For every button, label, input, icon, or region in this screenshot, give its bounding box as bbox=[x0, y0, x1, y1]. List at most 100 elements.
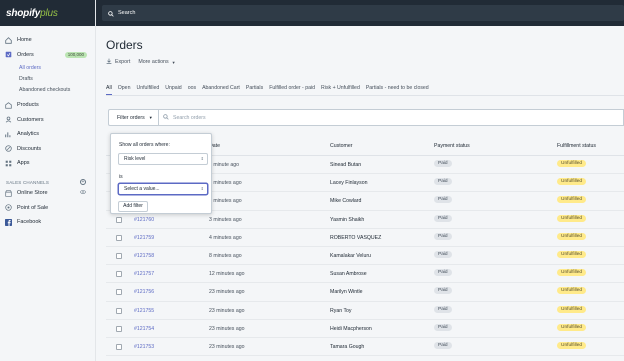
tab-open[interactable]: Open bbox=[118, 81, 131, 95]
tab-risk-unfulfilled[interactable]: Risk + Unfulfilled bbox=[321, 81, 360, 95]
customer-name: Ryan Toy bbox=[330, 307, 352, 314]
search-placeholder: Search orders bbox=[173, 114, 206, 121]
payment-status-badge: Paid bbox=[434, 269, 452, 277]
export-label: Export bbox=[115, 59, 131, 65]
tab-fulfilled-order-paid[interactable]: Fulfilled order - paid bbox=[269, 81, 315, 95]
sidebar-item-label: Home bbox=[17, 37, 32, 43]
sidebar-item-home[interactable]: Home bbox=[0, 34, 95, 46]
row-checkbox[interactable] bbox=[116, 289, 122, 296]
order-number-link[interactable]: #121759 bbox=[134, 235, 154, 241]
top-bar: Search bbox=[96, 0, 624, 26]
tab-all[interactable]: All bbox=[106, 81, 112, 95]
order-date: 23 minutes ago bbox=[209, 325, 245, 332]
order-number-link[interactable]: #121755 bbox=[134, 308, 154, 314]
order-number-link[interactable]: #121756 bbox=[134, 289, 154, 295]
order-number-link[interactable]: #121757 bbox=[134, 271, 154, 277]
row-checkbox[interactable] bbox=[116, 325, 122, 332]
sidebar-nav: Home Orders 100,000 All orders Drafts Ab… bbox=[0, 26, 95, 228]
payment-status-badge: Paid bbox=[434, 341, 452, 349]
customer-name: Heidi Macpherson bbox=[330, 325, 372, 332]
sidebar-item-facebook[interactable]: Facebook bbox=[0, 216, 95, 228]
sidebar-item-label: Online Store bbox=[17, 190, 48, 196]
customer-name: Lacey Finlayson bbox=[330, 180, 368, 187]
row-checkbox[interactable] bbox=[116, 343, 122, 350]
tab-abandoned-cart[interactable]: Abandoned Cart bbox=[202, 81, 240, 95]
filter-field-select[interactable]: Risk level ⇕ bbox=[118, 153, 208, 165]
tab-unfulfilled[interactable]: Unfulfilled bbox=[136, 81, 159, 95]
fulfillment-status-badge: Unfulfilled bbox=[557, 160, 587, 167]
logo-bar: shopifyplus bbox=[0, 0, 95, 26]
facebook-icon bbox=[5, 218, 12, 226]
pos-icon bbox=[5, 204, 12, 211]
sidebar-subitem-drafts[interactable]: Drafts bbox=[0, 74, 95, 85]
tab-oos[interactable]: oos bbox=[188, 81, 196, 95]
sidebar-item-discounts[interactable]: Discounts bbox=[0, 143, 95, 155]
order-number-link[interactable]: #121754 bbox=[134, 326, 154, 332]
analytics-icon bbox=[5, 131, 12, 138]
sidebar-item-customers[interactable]: Customers bbox=[0, 114, 95, 126]
sidebar-item-label: Discounts bbox=[17, 145, 42, 152]
table-row[interactable]: #121759 4 minutes ago ROBERTO VASQUEZ Paid U… bbox=[106, 229, 624, 247]
search-label: Search bbox=[118, 10, 136, 16]
add-channel-icon[interactable]: + bbox=[80, 179, 86, 185]
sidebar-item-point-of-sale[interactable]: Point of Sale bbox=[0, 202, 95, 214]
home-icon bbox=[5, 36, 12, 44]
fulfillment-status-badge: Unfulfilled bbox=[557, 196, 587, 204]
order-number-link[interactable]: #121753 bbox=[134, 344, 154, 350]
order-tabs: All Open Unfulfilled Unpaid oos Abandone… bbox=[106, 81, 435, 95]
order-search-input[interactable]: Search orders bbox=[159, 109, 624, 126]
sidebar-item-analytics[interactable]: Analytics bbox=[0, 128, 95, 140]
row-checkbox[interactable] bbox=[116, 252, 122, 259]
table-row[interactable]: #121757 12 minutes ago Susan Ambrose Paid Un… bbox=[106, 265, 624, 284]
filter-value-select[interactable]: Select a value... ⇕ bbox=[118, 183, 208, 195]
search-icon bbox=[108, 4, 114, 22]
sidebar-item-orders[interactable]: Orders 100,000 bbox=[0, 49, 95, 61]
customer-name: Marilyn Wintle bbox=[330, 289, 363, 296]
payment-status-badge: Paid bbox=[434, 160, 452, 167]
row-checkbox[interactable] bbox=[116, 216, 122, 223]
export-button[interactable]: Export bbox=[106, 58, 130, 66]
sidebar-item-label: Products bbox=[17, 102, 39, 108]
orders-icon bbox=[5, 51, 12, 58]
row-checkbox[interactable] bbox=[116, 307, 122, 314]
tab-partials-need-closed[interactable]: Partials - need to be closed bbox=[366, 81, 429, 95]
order-date: 3 minutes ago bbox=[209, 216, 242, 223]
fulfillment-status-badge: Unfulfilled bbox=[557, 178, 587, 186]
customer-name: Tamara Gough bbox=[330, 343, 365, 350]
filter-popover: Show all orders where: Risk level ⇕ is S… bbox=[110, 133, 212, 214]
search-icon bbox=[163, 113, 169, 122]
fulfillment-status-badge: Unfulfilled bbox=[557, 214, 587, 222]
table-row[interactable]: #121756 23 minutes ago Marilyn Wintle Paid U… bbox=[106, 283, 624, 302]
row-checkbox[interactable] bbox=[116, 271, 122, 278]
table-row[interactable]: #121754 23 minutes ago Heidi Macpherson Pai… bbox=[106, 320, 624, 338]
filter-operator-label: is bbox=[119, 174, 123, 180]
row-checkbox[interactable] bbox=[116, 234, 122, 241]
fulfillment-status-badge: Unfulfilled bbox=[557, 232, 587, 240]
sidebar-subitem-all-orders[interactable]: All orders bbox=[0, 63, 95, 74]
shopify-admin: shopifyplus Home Orders 100,000 All orde… bbox=[0, 0, 624, 361]
sidebar-subitem-abandoned-checkouts[interactable]: Abandoned checkouts bbox=[0, 85, 95, 96]
table-row[interactable]: #121753 23 minutes ago Tamara Gough Paid Unf… bbox=[106, 338, 624, 357]
table-row[interactable]: #121758 8 minutes ago Kamalakar Veluru Paid… bbox=[106, 247, 624, 266]
eye-icon[interactable] bbox=[80, 189, 86, 197]
global-search-input[interactable]: Search bbox=[102, 5, 624, 21]
order-date: 12 minutes ago bbox=[209, 271, 245, 278]
add-filter-button[interactable]: Add filter bbox=[118, 201, 148, 212]
sidebar-item-products[interactable]: Products bbox=[0, 99, 95, 111]
sidebar-item-online-store[interactable]: Online Store bbox=[0, 187, 95, 199]
order-date: 3 minutes ago bbox=[209, 198, 242, 205]
more-actions-button[interactable]: More actions ▼ bbox=[138, 58, 175, 66]
sidebar-item-apps[interactable]: Apps bbox=[0, 157, 95, 169]
page-actions: Export More actions ▼ bbox=[106, 58, 184, 66]
table-row[interactable]: #121755 23 minutes ago Ryan Toy Paid Unfulfi… bbox=[106, 302, 624, 320]
filter-value-placeholder: Select a value... bbox=[124, 186, 160, 192]
filter-orders-button[interactable]: Filter orders ▼ bbox=[108, 109, 159, 126]
fulfillment-status-badge: Unfulfilled bbox=[557, 341, 587, 349]
tab-unpaid[interactable]: Unpaid bbox=[165, 81, 181, 95]
order-date: 2 minutes ago bbox=[209, 180, 242, 187]
order-number-link[interactable]: #121758 bbox=[134, 253, 154, 259]
discounts-icon bbox=[5, 145, 12, 152]
shopify-logo[interactable]: shopifyplus bbox=[6, 8, 58, 19]
tab-partials[interactable]: Partials bbox=[246, 81, 263, 95]
order-number-link[interactable]: #121760 bbox=[134, 217, 154, 223]
